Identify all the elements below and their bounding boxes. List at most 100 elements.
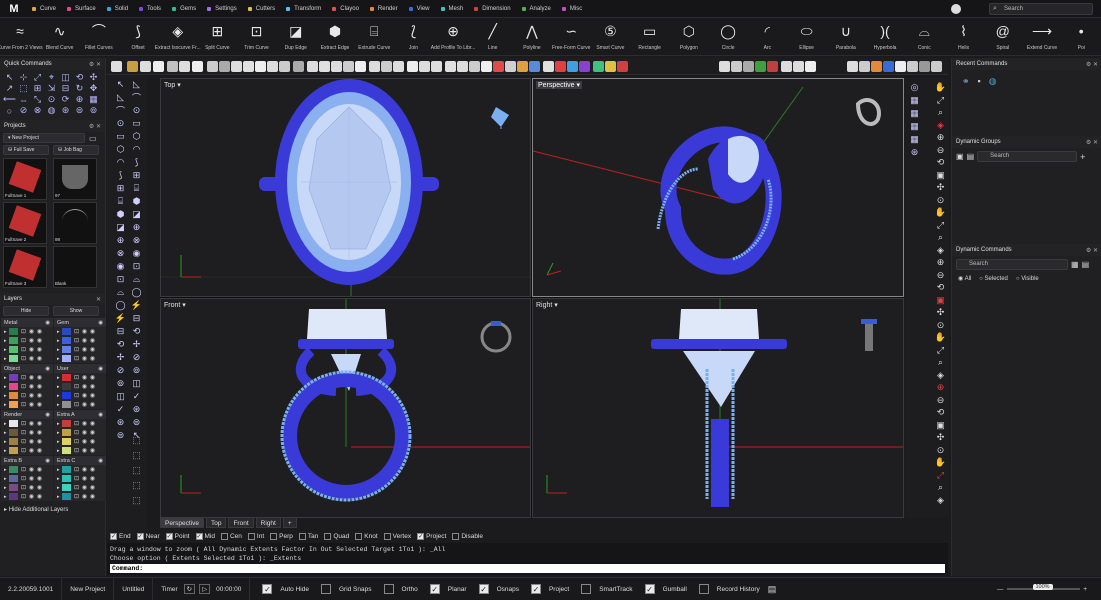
standard-tool-button[interactable] [207,61,218,72]
layer-row[interactable]: ▸ ⊡ ◉ ◉ [1,336,53,345]
standard-tool-button[interactable] [381,61,392,72]
lock-icon[interactable]: ⊡ [20,484,28,491]
layer-color-swatch[interactable] [61,484,71,491]
standard-tool-button[interactable] [755,61,766,72]
standard-tool-button[interactable] [231,61,242,72]
strip-tool-icon[interactable]: ⊚ [115,378,126,389]
checkbox[interactable] [298,532,306,540]
strip-tool-icon[interactable]: ⊘ [131,352,142,363]
eye-icon[interactable]: ◉ [36,429,44,436]
quick-command-icon[interactable]: ⇔ [17,94,30,105]
quick-command-icon[interactable]: ⟵ [3,94,16,105]
close-icon[interactable]: ✕ [96,296,101,303]
view-tool-icon[interactable]: ⊕ [935,382,946,393]
tool-polyline[interactable]: ⋀ Polyline [512,18,551,56]
strip-tool-icon[interactable]: ↖ [115,79,126,90]
checkbox[interactable] [355,532,363,540]
strip-tool-icon[interactable]: ⊙ [115,118,126,129]
view-tool-icon[interactable]: ✣ [935,307,946,318]
eye-icon[interactable]: ◉ [36,484,44,491]
standard-tool-button[interactable] [267,61,278,72]
strip-tool-icon[interactable]: ⟆ [115,170,126,181]
expand-arrow-icon[interactable]: ▸ [57,467,60,473]
strip-tool-icon[interactable]: ⌓ [115,287,126,298]
eye-icon[interactable]: ◉ [81,337,89,344]
recent-command-icon[interactable]: ⚭ [962,76,970,87]
eye-icon[interactable]: ◉ [89,392,97,399]
quick-command-icon[interactable]: ◫ [59,72,72,83]
panel-controls-icon[interactable]: ⚙ ✕ [1086,247,1098,254]
view-tool-icon[interactable]: ▣ [935,420,946,431]
strip-tool-icon[interactable]: ⊗ [115,248,126,259]
standard-tool-button[interactable] [805,61,816,72]
expand-arrow-icon[interactable]: ▸ [4,338,7,344]
quick-command-icon[interactable]: ○ [3,105,16,116]
expand-arrow-icon[interactable]: ▸ [57,476,60,482]
strip-tool-icon[interactable]: ⬚ [131,480,142,491]
view-tool-icon[interactable]: ✋ [935,207,946,218]
eye-icon[interactable]: ◉ [36,355,44,362]
tool-smart-curve[interactable]: ⑤ Smart Curve [591,18,630,56]
standard-tool-button[interactable] [847,61,858,72]
strip-tool-icon[interactable]: ⊕ [131,222,142,233]
eye-icon[interactable]: ◉ [28,337,36,344]
view-tool-icon[interactable]: ⊙ [935,320,946,331]
strip-tool-icon[interactable]: ⊟ [115,326,126,337]
expand-arrow-icon[interactable]: ▸ [4,485,7,491]
strip-tool-icon[interactable]: ⌒ [115,105,126,116]
tool-extract-edge[interactable]: ⬢ Extract Edge [315,18,354,56]
layer-row[interactable]: ▸ ⊡ ◉ ◉ [1,446,53,455]
file-name[interactable]: Untitled [114,577,154,600]
eye-icon[interactable]: ◉ [28,401,36,408]
viewport-tab-right[interactable]: Right [255,517,281,528]
standard-tool-button[interactable] [393,61,404,72]
viewport-top[interactable]: Top ▾ [160,78,531,297]
layer-row[interactable]: ▸ ⊡ ◉ ◉ [54,345,106,354]
osnap-knot[interactable]: Knot [355,532,378,540]
quick-command-icon[interactable]: ⤡ [31,94,44,105]
strip-tool-icon[interactable]: ⬢ [115,209,126,220]
tool-join[interactable]: ⟅ Join [394,18,433,56]
quick-command-icon[interactable]: ⊗ [31,105,44,116]
eye-icon[interactable]: ◉ [89,447,97,454]
standard-tool-button[interactable] [219,61,230,72]
expand-arrow-icon[interactable]: ▸ [4,494,7,500]
view-tool-icon[interactable]: ⤢ [935,470,946,481]
quick-command-icon[interactable]: ⟳ [59,94,72,105]
expand-arrow-icon[interactable]: ▸ [57,375,60,381]
quick-command-icon[interactable]: ▦ [87,94,100,105]
expand-arrow-icon[interactable]: ▸ [57,485,60,491]
lock-icon[interactable]: ⊡ [20,355,28,362]
expand-arrow-icon[interactable]: ▸ [4,384,7,390]
zoom-out-icon[interactable]: — [997,586,1004,593]
tool-curve-from-2-views[interactable]: ≈ Curve From 2 Views [0,18,43,56]
strip-tool-icon[interactable]: ⟆ [131,157,142,168]
checkbox[interactable]: ✓ [195,532,203,540]
checkbox[interactable] [581,584,592,594]
strip-tool-icon[interactable]: ▭ [131,118,142,129]
eye-icon[interactable]: ◉ [81,475,89,482]
status-toggle-smarttrack[interactable]: SmartTrack [581,584,633,594]
standard-tool-button[interactable] [431,61,442,72]
standard-tool-button[interactable] [793,61,804,72]
menu-tab-curve[interactable]: Curve [28,0,63,18]
standard-tool-button[interactable] [743,61,754,72]
panel-controls-icon[interactable]: ⚙ ✕ [1086,139,1098,146]
view-tool-icon[interactable]: ✣ [935,182,946,193]
layer-group-header[interactable]: Extra C ◉ [54,456,106,465]
expand-arrow-icon[interactable]: ▸ [57,347,60,353]
viewport-top-label[interactable]: Top ▾ [164,81,181,89]
display-mode-icon[interactable]: ⊛ [909,147,920,158]
layer-row[interactable]: ▸ ⊡ ◉ ◉ [1,345,53,354]
eye-icon[interactable]: ◉ [45,366,50,372]
quick-command-icon[interactable]: ◍ [45,105,58,116]
tool-spiral[interactable]: @ Spiral [983,18,1022,56]
layer-row[interactable]: ▸ ⊡ ◉ ◉ [1,428,53,437]
menu-tab-transform[interactable]: Transform [282,0,328,18]
lock-icon[interactable]: ⊡ [73,493,81,500]
standard-tool-button[interactable] [543,61,554,72]
quick-command-icon[interactable]: ↖ [3,72,16,83]
eye-icon[interactable]: ◉ [81,346,89,353]
menu-tab-gems[interactable]: Gems [168,0,203,18]
tool-fillet-curves[interactable]: ⌒ Fillet Curves [79,18,118,56]
